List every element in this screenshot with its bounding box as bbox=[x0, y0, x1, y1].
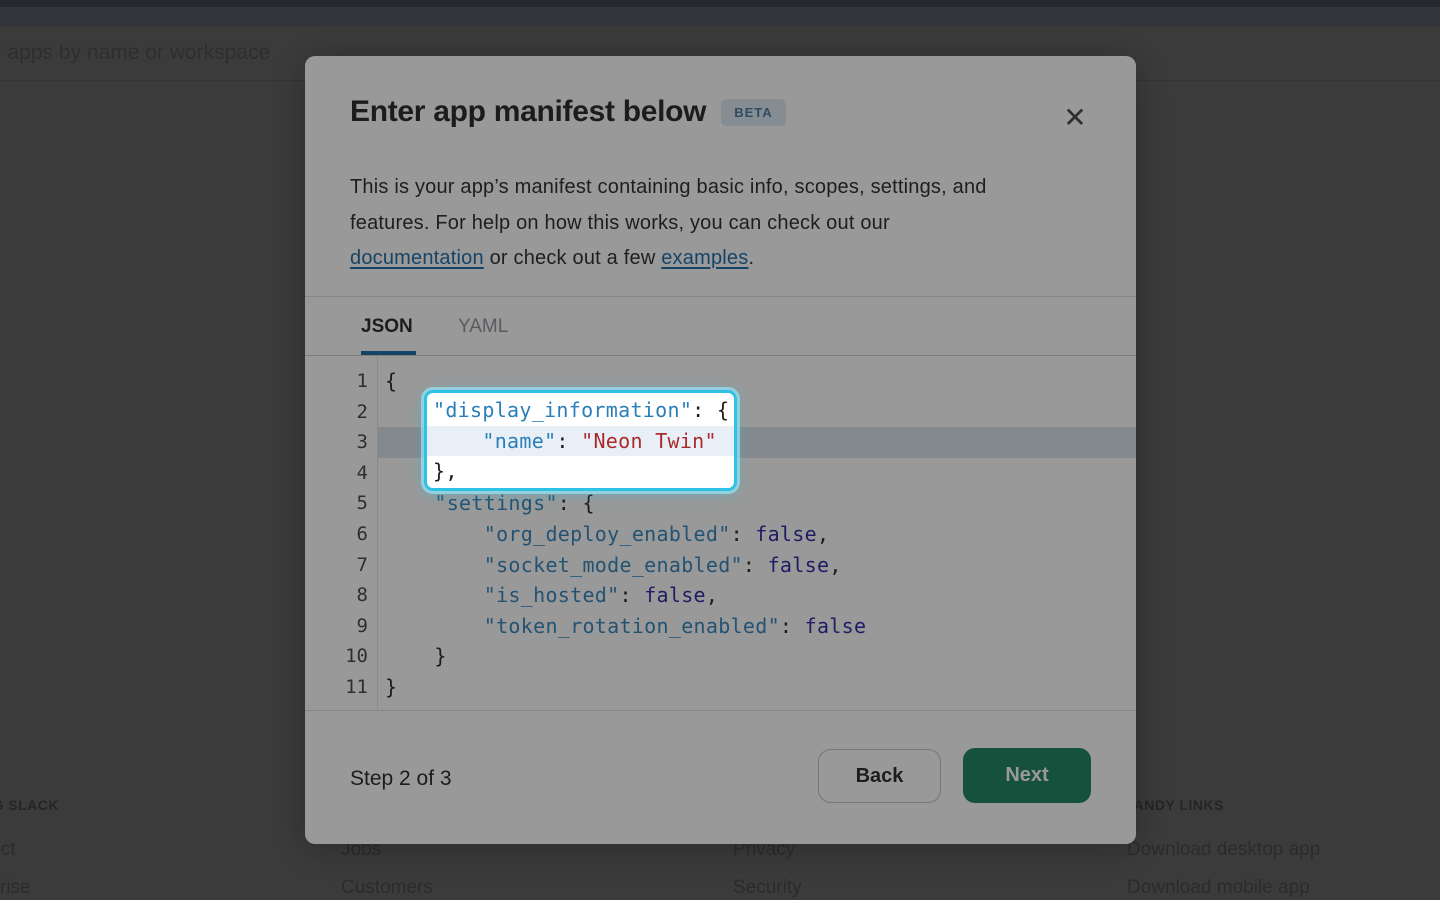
code-token: "name" bbox=[482, 429, 556, 453]
code-line: }, bbox=[427, 456, 734, 487]
code-token: : { bbox=[692, 398, 729, 422]
highlighted-code-block: "display_information": { "name": "Neon T… bbox=[424, 390, 737, 491]
code-token: }, bbox=[433, 459, 458, 483]
browser-chrome-strip bbox=[0, 0, 1440, 26]
code-token: : bbox=[556, 429, 581, 453]
code-token bbox=[433, 429, 482, 453]
code-token: "display_information" bbox=[433, 398, 692, 422]
code-line: "name": "Neon Twin" bbox=[427, 426, 734, 457]
code-line: "display_information": { bbox=[427, 395, 734, 426]
code-token: "Neon Twin" bbox=[581, 429, 717, 453]
